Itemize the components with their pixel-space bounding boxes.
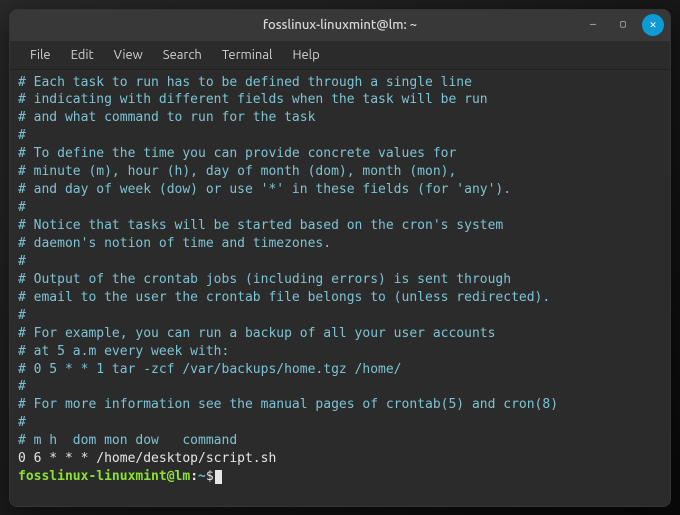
menu-view[interactable]: View [104, 44, 153, 66]
menu-help[interactable]: Help [282, 44, 329, 66]
prompt-symbol: $ [206, 469, 214, 484]
terminal-line: 0 6 * * * /home/desktop/script.sh [18, 450, 662, 468]
terminal-line: # [18, 378, 662, 396]
terminal-output[interactable]: # Each task to run has to be defined thr… [10, 70, 670, 506]
window-controls: – ▢ ✕ [582, 14, 664, 36]
terminal-line: # [18, 414, 662, 432]
terminal-line: # For example, you can run a backup of a… [18, 325, 662, 343]
terminal-line: # Each task to run has to be defined thr… [18, 74, 662, 92]
terminal-line: # Notice that tasks will be started base… [18, 217, 662, 235]
window-title: fosslinux-linuxmint@lm: ~ [10, 18, 670, 32]
terminal-line: # m h dom mon dow command [18, 432, 662, 450]
maximize-icon: ▢ [620, 19, 626, 30]
terminal-line: # For more information see the manual pa… [18, 396, 662, 414]
terminal-line: # [18, 199, 662, 217]
terminal-line: # and what command to run for the task [18, 109, 662, 127]
terminal-line: # To define the time you can provide con… [18, 145, 662, 163]
terminal-line: # [18, 253, 662, 271]
terminal-line: # indicating with different fields when … [18, 91, 662, 109]
close-button[interactable]: ✕ [642, 14, 664, 36]
terminal-window: fosslinux-linuxmint@lm: ~ – ▢ ✕ File Edi… [9, 9, 671, 507]
terminal-line: # daemon's notion of time and timezones. [18, 235, 662, 253]
close-icon: ✕ [650, 18, 657, 31]
prompt-user-host: fosslinux-linuxmint@lm [18, 469, 190, 484]
cursor-icon [215, 470, 222, 484]
terminal-line: # email to the user the crontab file bel… [18, 289, 662, 307]
terminal-line: # [18, 307, 662, 325]
terminal-line: # minute (m), hour (h), day of month (do… [18, 163, 662, 181]
terminal-line: # and day of week (dow) or use '*' in th… [18, 181, 662, 199]
prompt-separator: : [190, 469, 198, 484]
titlebar[interactable]: fosslinux-linuxmint@lm: ~ – ▢ ✕ [10, 10, 670, 42]
prompt-line: fosslinux-linuxmint@lm:~$ [18, 468, 662, 486]
terminal-line: # at 5 a.m every week with: [18, 343, 662, 361]
prompt-path: ~ [198, 469, 206, 484]
menu-file[interactable]: File [20, 44, 61, 66]
maximize-button[interactable]: ▢ [612, 14, 634, 36]
minimize-icon: – [590, 19, 596, 30]
menu-edit[interactable]: Edit [61, 44, 104, 66]
minimize-button[interactable]: – [582, 14, 604, 36]
menu-search[interactable]: Search [153, 44, 212, 66]
menubar: File Edit View Search Terminal Help [10, 42, 670, 70]
terminal-line: # Output of the crontab jobs (including … [18, 271, 662, 289]
terminal-line: # [18, 127, 662, 145]
menu-terminal[interactable]: Terminal [212, 44, 283, 66]
terminal-line: # 0 5 * * 1 tar -zcf /var/backups/home.t… [18, 361, 662, 379]
